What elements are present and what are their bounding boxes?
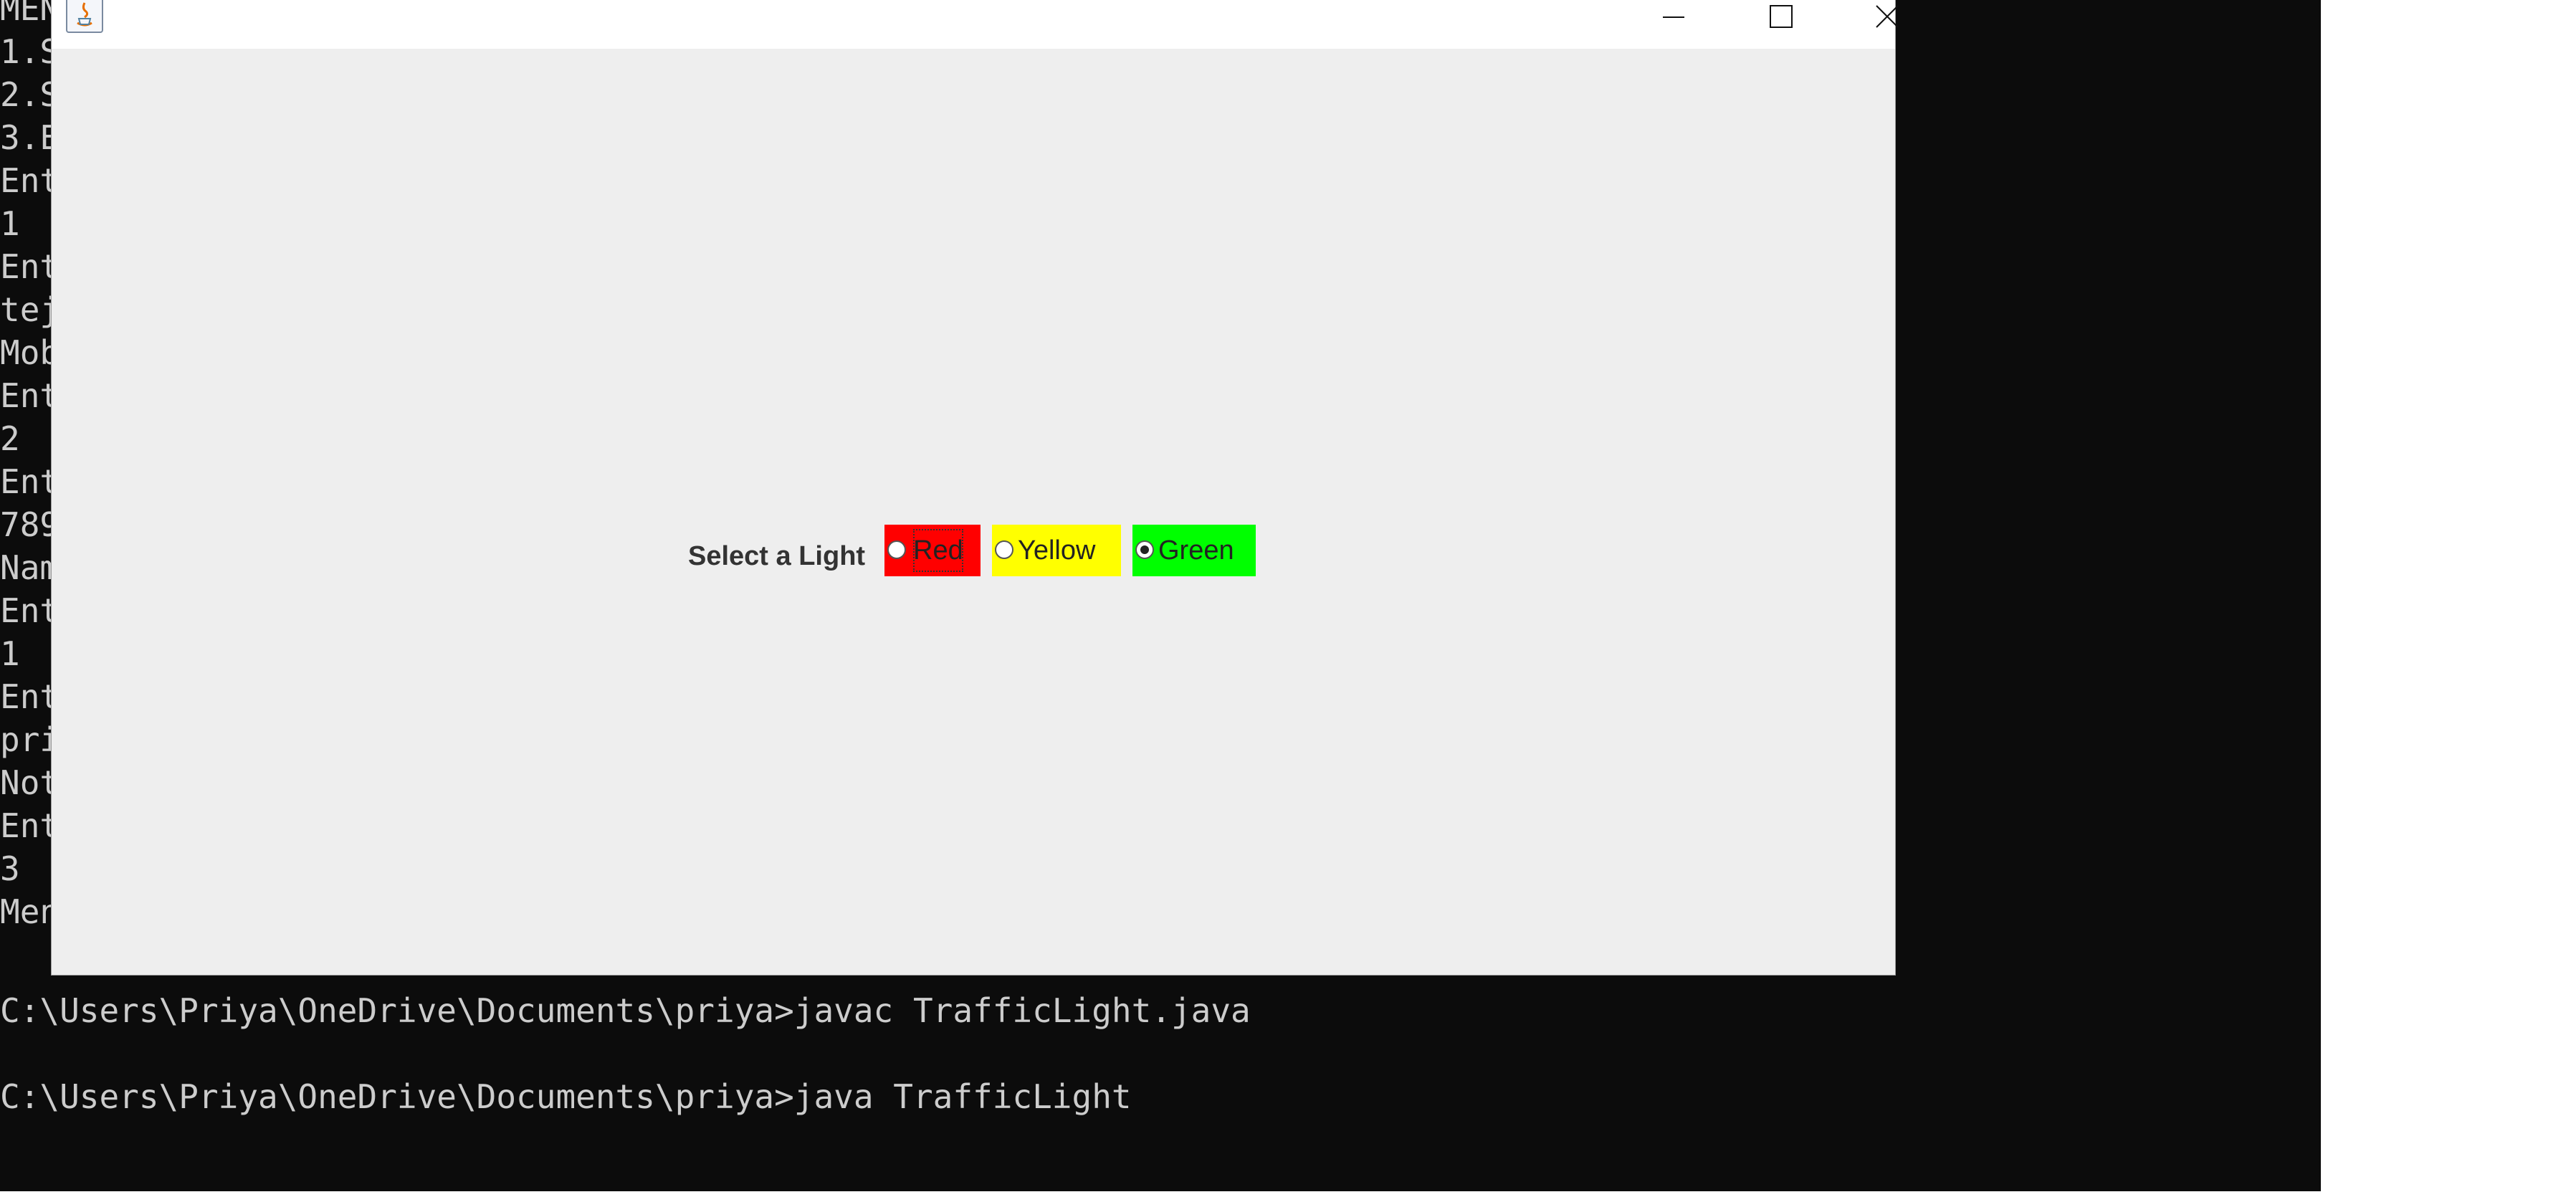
radio-red[interactable]: Red	[884, 525, 981, 576]
console-line: Men	[0, 892, 60, 931]
console-line: MEN	[0, 0, 60, 28]
radio-circle-selected-icon	[1135, 540, 1154, 559]
console-line: 789	[0, 505, 60, 544]
console-prompt-line: C:\Users\Priya\OneDrive\Documents\priya>…	[0, 1077, 1132, 1116]
radio-green-label: Green	[1158, 535, 1234, 566]
console-line: Not	[0, 763, 60, 802]
console-line: 1.S	[0, 32, 60, 71]
console-line: 2.S	[0, 75, 60, 114]
minimize-icon	[1663, 16, 1684, 18]
console-line: Ent	[0, 161, 60, 200]
console-line: Ent	[0, 462, 60, 501]
console-prompt-line: C:\Users\Priya\OneDrive\Documents\priya>…	[0, 991, 1251, 1030]
console-line: Ent	[0, 376, 60, 415]
radio-circle-icon	[887, 540, 906, 559]
radio-red-label: Red	[909, 525, 968, 576]
radio-yellow[interactable]: Yellow	[992, 525, 1121, 576]
content-pane: Select a Light Red Yellow Green	[52, 49, 1895, 975]
console-line: Mob	[0, 333, 60, 372]
console-line: pri	[0, 720, 60, 759]
radio-yellow-label: Yellow	[1018, 535, 1096, 566]
console-line: 3.E	[0, 118, 60, 157]
console-line: 2	[0, 419, 20, 458]
console-line: tej	[0, 290, 60, 329]
console-line: 1	[0, 204, 20, 243]
maximize-button[interactable]	[1727, 0, 1835, 39]
maximize-icon	[1770, 5, 1793, 28]
radio-circle-icon	[995, 540, 1013, 559]
console-line: 3	[0, 849, 20, 888]
console-line: Ent	[0, 806, 60, 845]
minimize-button[interactable]	[1620, 0, 1727, 39]
close-button[interactable]	[1835, 0, 1942, 39]
title-bar[interactable]	[52, 0, 1899, 49]
traffic-light-window[interactable]: Select a Light Red Yellow Green	[52, 0, 1899, 975]
console-line: Nam	[0, 548, 60, 587]
console-line: Ent	[0, 247, 60, 286]
console-line: 1	[0, 634, 20, 673]
console-line: Ent	[0, 591, 60, 630]
close-icon	[1876, 5, 1899, 28]
select-light-label: Select a Light	[688, 541, 866, 571]
java-icon[interactable]	[66, 0, 103, 33]
console-line: Ent	[0, 677, 60, 716]
radio-green[interactable]: Green	[1132, 525, 1256, 576]
